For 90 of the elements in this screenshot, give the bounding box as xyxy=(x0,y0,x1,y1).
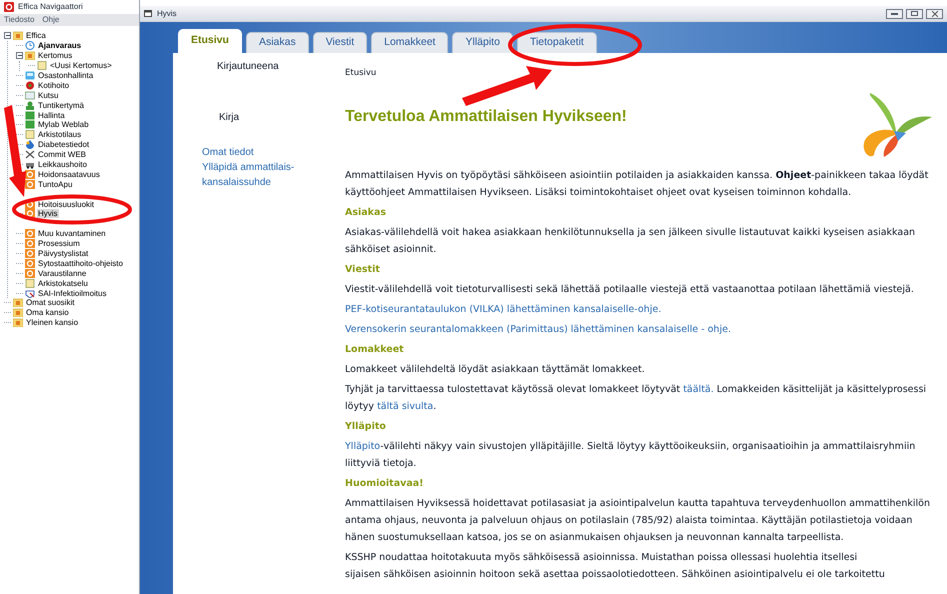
drop-icon xyxy=(25,140,35,150)
document-icon xyxy=(25,278,35,288)
tree-item[interactable]: Tuntikertymä xyxy=(37,100,85,110)
tree-item[interactable]: Effica xyxy=(25,31,47,40)
section-heading: Lomakkeet xyxy=(345,343,405,357)
clock-icon xyxy=(25,41,35,50)
square-icon xyxy=(25,110,35,120)
window-title: Hyvis xyxy=(157,8,177,20)
paragraph: Asiakas-välilehdellä voit hakea asiakkaan henkilötunnuksella ja sen jälkeen sivulle listautuvat kaikki kyseisen asiakkaan sähköiset asioinnit. xyxy=(345,226,916,257)
tree-item[interactable]: Varaustilanne xyxy=(37,268,88,278)
tree-item[interactable]: Päivystyslistat xyxy=(37,249,90,258)
minimize-icon xyxy=(891,12,898,14)
tree-item[interactable]: Arkistokatselu xyxy=(37,278,89,288)
tree-item[interactable]: Kotihoito xyxy=(37,80,70,90)
section-heading: Huomioitavaa! xyxy=(345,477,424,491)
tree-item[interactable]: TuntoApu xyxy=(37,180,74,189)
link[interactable]: täältä. xyxy=(683,384,714,395)
tab[interactable]: Viestit xyxy=(312,32,368,53)
menu-item[interactable]: Ohje xyxy=(42,14,60,26)
paragraph: Lomakkeet välilehdeltä löydät asiakkaan täyttämät lomakkeet. xyxy=(345,363,646,377)
maximize-button[interactable] xyxy=(906,8,923,18)
tree-item[interactable]: SAI-Infektioilmoitus xyxy=(37,288,108,298)
paragraph: Ylläpito-välilehti näkyy vain sivustojen ylläpitäjille. Sieltä löytyy käyttöoikeuksiin, organisaatioihin ja ammattilaisryhmiin liittyviä tietoja. xyxy=(345,440,916,471)
car-icon xyxy=(25,160,35,170)
people-icon xyxy=(25,100,35,110)
tree-item[interactable]: Leikkaushoito xyxy=(37,160,88,170)
tree-item[interactable]: Oma kansio xyxy=(25,308,70,318)
link[interactable]: tältä sivulta xyxy=(377,401,434,412)
folder-icon xyxy=(13,308,23,318)
expand-toggle[interactable] xyxy=(16,52,23,60)
document-icon xyxy=(37,61,47,70)
side-link[interactable]: Omat tiedot xyxy=(202,145,332,160)
close-icon xyxy=(932,10,938,16)
tree-item[interactable]: Yleinen kansio xyxy=(25,318,80,328)
tree-item[interactable]: Prosessium xyxy=(37,239,81,248)
side-link[interactable]: Ylläpidä ammattilais-kansalaissuhde xyxy=(202,160,332,190)
close-button[interactable] xyxy=(926,8,943,18)
tab[interactable]: Etusivu xyxy=(178,29,242,53)
maximize-icon xyxy=(911,11,918,16)
minimize-button[interactable] xyxy=(886,8,903,18)
tab[interactable]: Asiakas xyxy=(246,32,309,53)
folder-icon xyxy=(13,318,23,328)
tree-item[interactable]: Ajanvaraus xyxy=(37,41,82,50)
section-heading: Asiakas xyxy=(345,206,388,220)
cross-icon xyxy=(25,150,35,160)
tree-item[interactable]: Hoidonsaatavuus xyxy=(37,170,101,179)
app-title: Effica Navigaattori xyxy=(18,1,83,13)
section-heading: Ylläpito xyxy=(345,420,387,434)
link[interactable]: Ylläpito xyxy=(345,441,380,452)
tree-item[interactable]: Mylab Weblab xyxy=(37,120,90,130)
tree-item[interactable]: Omat suosikit xyxy=(25,298,76,308)
tab[interactable]: Ylläpito xyxy=(452,32,513,53)
folder-icon xyxy=(13,298,23,308)
badge-icon xyxy=(25,288,35,298)
tree-item[interactable]: Kutsu xyxy=(37,90,60,100)
tree-item[interactable]: Diabetestiedot xyxy=(37,140,90,150)
page-heading: Tervetuloa Ammattilaisen Hyvikseen! xyxy=(345,106,627,127)
tree-item[interactable]: Hyvis xyxy=(37,209,59,218)
tree-item[interactable]: Osastonhallinta xyxy=(37,71,94,80)
expand-toggle[interactable] xyxy=(4,32,11,40)
paragraph: Viestit-välilehdellä voit tietoturvallisesti sekä lähettää potilaalle viestejä että vastaanottaa potilaan lähettämiä viestejä. xyxy=(345,283,915,297)
tree-item[interactable]: Hoitoisuusluokit xyxy=(37,200,96,209)
tree-item[interactable]: Sytostaattihoito-ohjeisto xyxy=(37,258,124,268)
tab[interactable]: Tietopaketit xyxy=(516,32,597,53)
square-icon xyxy=(25,120,35,130)
tree-item[interactable]: Kertomus xyxy=(37,51,74,60)
folder-icon xyxy=(25,51,35,60)
link[interactable]: PEF-kotiseurantataulukon (VILKA) lähettäminen kansalaiselle-ohje. xyxy=(345,301,662,318)
breadcrumb: Etusivu xyxy=(345,67,378,80)
folder-icon xyxy=(13,31,23,40)
tree-item[interactable]: Hallinta xyxy=(37,110,66,120)
section-heading: Viestit xyxy=(345,263,381,277)
tree-item[interactable]: Commit WEB xyxy=(37,150,87,160)
menu-item[interactable]: Tiedosto xyxy=(4,14,34,26)
tree-item[interactable]: Muu kuvantaminen xyxy=(37,229,107,238)
paragraph: Ammattilaisen Hyvis on työpöytäsi sähköiseen asiointiin potilaiden ja asiakkaiden kanssa. Ohjeet-painikkeen takaa löydät käyttöohjeet Ammattilaisen Hyvikseen. Lisäksi toimintokohtaiset ohjeet ovat kyseisen toiminnon kohdalla. xyxy=(345,169,930,200)
paragraph: Tyhjät ja tarvittaessa tulostettavat käytössä olevat lomakkeet löytyvät täältä. Lomakkeiden käsittelijät ja käsittelyprosessi löytyy tältä sivulta. xyxy=(345,383,928,414)
flower-icon xyxy=(25,80,35,90)
tree-item[interactable]: Arkistotilaus xyxy=(37,130,82,140)
tab[interactable]: Lomakkeet xyxy=(371,32,448,53)
tree-item[interactable]: <Uusi Kertomus> xyxy=(49,61,113,70)
user-name: Kirja xyxy=(219,111,240,125)
card-icon xyxy=(25,90,35,100)
link[interactable]: Verensokerin seurantalomakkeen (Parimittaus) lähettäminen kansalaiselle - ohje. xyxy=(345,321,731,338)
paragraph: KSSHP noudattaa hoitotakuuta myös sähköisessä asioinnissa. Muistathan poissa ollessasi huolehtia itsellesi sijaisen sähköisen asioinnin hoitoon sekä asettaa poissaolotiedotteen. Sähköinen asiointipalvelu ei ole tarkoitettu xyxy=(345,551,886,582)
monitor-icon xyxy=(25,71,35,80)
window-icon xyxy=(144,10,153,18)
paragraph: Ammattilaisen Hyviksessä hoidettavat potilasasiat ja asiointipalvelun kautta tapahtuva terveydenhuollon ammattihenkilön antama ohjaus, neuvonta ja palveluun ohjaus on potilaslain (785/92) alaista toimintaa. Käyttäjän potilastietoja voidaan hänen suostumuksellaan katsoa, jos se on asianmukaisen ohjauksen ja neuvonnan kannalta tarpeellista. xyxy=(345,497,931,545)
login-label: Kirjautuneena xyxy=(217,60,280,74)
document-icon xyxy=(25,130,35,140)
